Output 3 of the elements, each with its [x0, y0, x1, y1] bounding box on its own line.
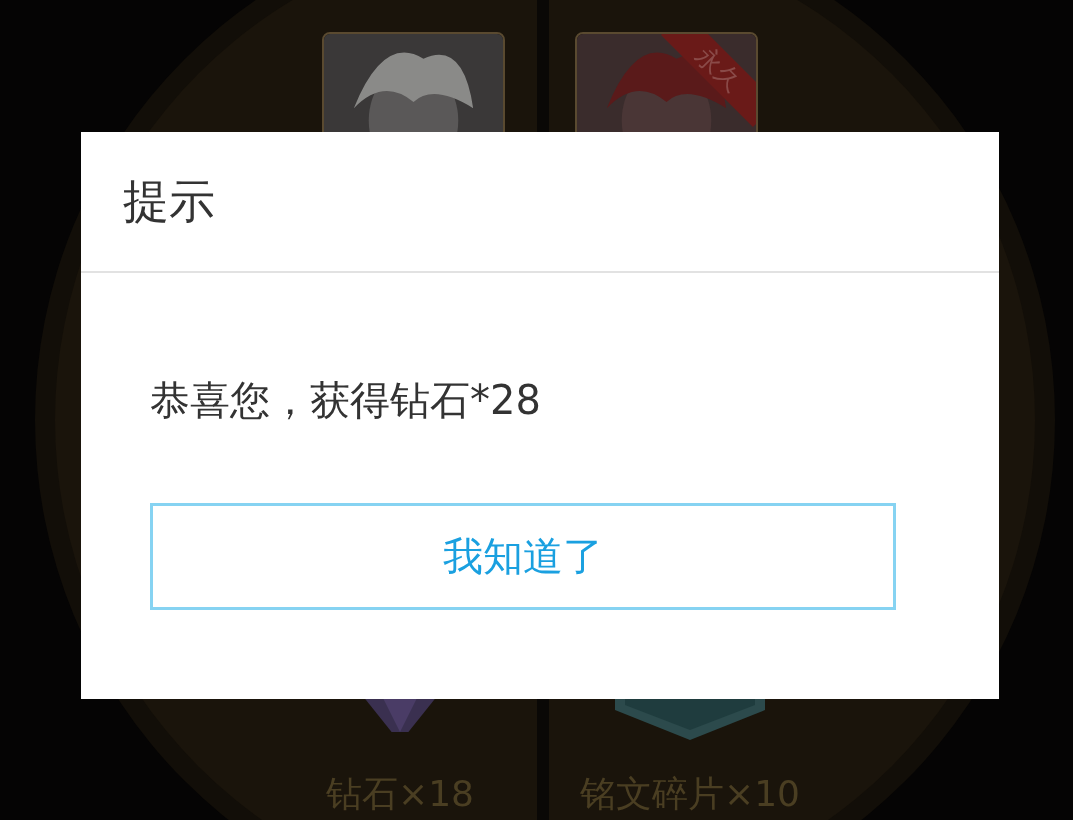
dialog-message: 恭喜您，获得钻石*28 — [150, 376, 541, 425]
confirm-button[interactable]: 我知道了 — [150, 503, 896, 610]
dialog-title: 提示 — [123, 172, 215, 230]
